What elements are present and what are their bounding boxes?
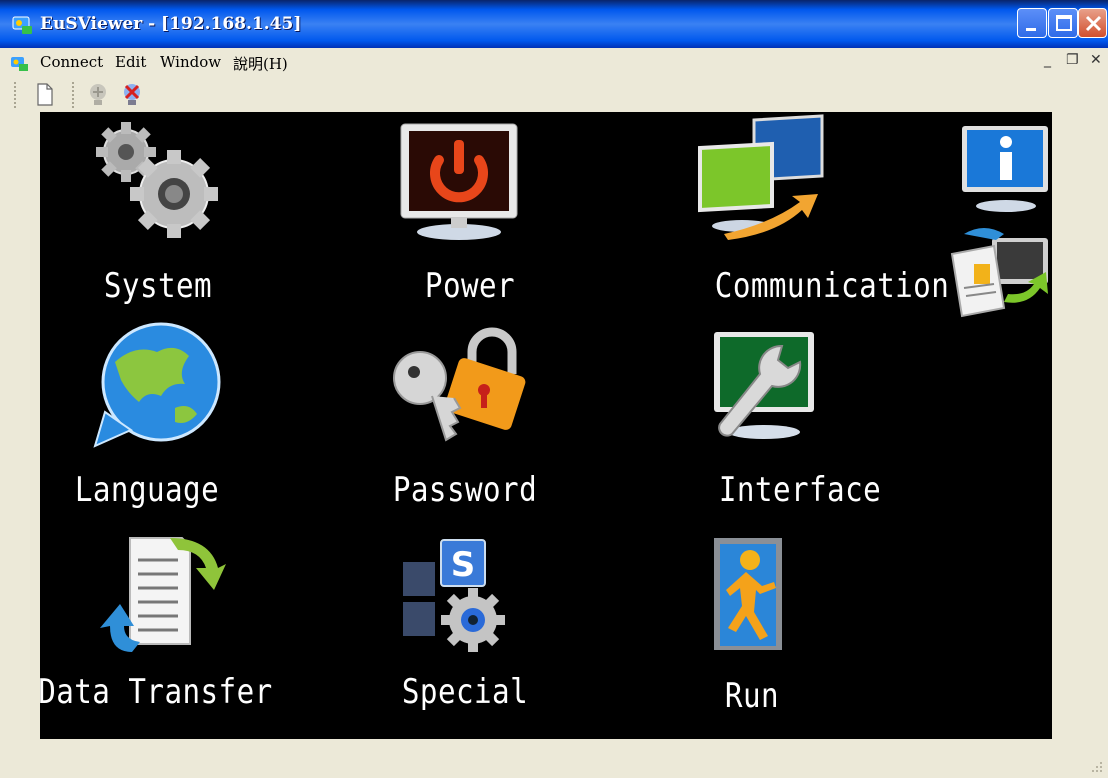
- running-man-door-icon: [714, 538, 782, 650]
- new-document-icon: [37, 83, 53, 106]
- menu-window[interactable]: Window: [160, 53, 221, 71]
- mdi-close-button[interactable]: ✕: [1090, 52, 1102, 68]
- key-lock-icon: [393, 327, 526, 442]
- menu-bar: Connect Edit Window 說明(H) _ ❐ ✕: [0, 48, 1108, 76]
- tile-power-label: Power: [424, 266, 516, 306]
- tile-password-label: Password: [392, 470, 538, 510]
- maximize-button[interactable]: [1048, 8, 1078, 38]
- workspace-left: [0, 112, 40, 778]
- mdi-restore-button[interactable]: ❐: [1066, 52, 1079, 68]
- close-button[interactable]: [1078, 8, 1107, 38]
- connect-icon: [90, 84, 106, 105]
- tile-data-transfer-label: Data Transfer: [40, 672, 273, 712]
- tile-data-transfer[interactable]: Data Transfer: [40, 532, 280, 732]
- side-info-button[interactable]: [960, 124, 1052, 214]
- hmi-screen: System Power Communication Language Pass…: [40, 112, 1052, 739]
- power-monitor-icon: [400, 123, 518, 240]
- tile-communication[interactable]: Communication: [680, 114, 960, 314]
- tile-system-label: System: [103, 266, 213, 306]
- globe-icon: [93, 322, 221, 448]
- menu-connect[interactable]: Connect: [40, 53, 103, 71]
- tile-interface[interactable]: Interface: [700, 328, 920, 528]
- tile-special-label: Special: [401, 672, 529, 712]
- tile-special[interactable]: S Special: [395, 532, 595, 732]
- wrench-monitor-icon: [714, 332, 814, 439]
- disconnect-button[interactable]: [118, 80, 146, 108]
- tile-run[interactable]: Run: [712, 536, 832, 736]
- resize-grip-icon[interactable]: [1090, 760, 1104, 774]
- toolbar: [0, 76, 1108, 113]
- svg-text:S: S: [451, 545, 476, 585]
- menu-edit[interactable]: Edit: [115, 53, 146, 71]
- app-icon: [12, 16, 32, 34]
- disconnect-icon: [124, 84, 140, 105]
- workspace-right: [1052, 112, 1108, 739]
- tile-communication-label: Communication: [714, 266, 950, 306]
- document-app-icon: [11, 57, 28, 71]
- title-bar[interactable]: EuSViewer - [192.168.1.45]: [0, 0, 1108, 48]
- toolbar-grip[interactable]: [14, 82, 18, 108]
- tile-interface-label: Interface: [718, 470, 882, 510]
- menu-help[interactable]: 說明(H): [233, 53, 288, 74]
- gears-icon: [96, 122, 218, 238]
- side-contact-button[interactable]: [944, 224, 1052, 324]
- window-title: EuSViewer - [192.168.1.45]: [40, 14, 302, 34]
- document-transfer-icon: [100, 537, 226, 652]
- tile-power[interactable]: Power: [385, 122, 565, 322]
- tile-system[interactable]: System: [80, 118, 260, 318]
- status-bar: [0, 739, 1108, 778]
- communication-monitors-icon: [698, 114, 824, 240]
- minimize-button[interactable]: [1017, 8, 1047, 38]
- connect-button[interactable]: [84, 80, 112, 108]
- maximize-icon: [1056, 15, 1072, 31]
- special-settings-icon: S: [403, 539, 505, 652]
- tile-password[interactable]: Password: [380, 322, 580, 522]
- minimize-icon: [1026, 28, 1036, 31]
- close-icon: [1085, 15, 1102, 32]
- new-document-button[interactable]: [30, 80, 58, 108]
- tile-run-label: Run: [724, 676, 780, 716]
- toolbar-separator: [72, 82, 76, 108]
- tile-language-label: Language: [74, 470, 220, 510]
- tile-language[interactable]: Language: [75, 322, 285, 522]
- contact-sync-icon: [950, 228, 1048, 318]
- mdi-minimize-button[interactable]: _: [1044, 52, 1051, 68]
- info-monitor-icon: [962, 126, 1048, 212]
